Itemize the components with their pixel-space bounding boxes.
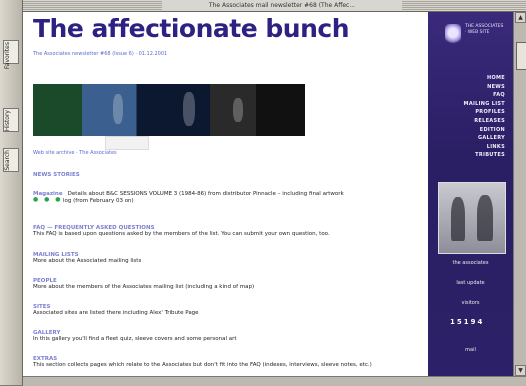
banner-image — [33, 84, 305, 136]
mail-link[interactable]: mail — [428, 347, 513, 353]
scroll-thumb[interactable] — [516, 42, 526, 70]
section-text: This FAQ is based upon questions asked b… — [33, 231, 330, 237]
site-logo[interactable]: THE ASSOCIATES · WEB SITE — [443, 20, 503, 58]
site-title: The affectionate bunch — [33, 14, 350, 43]
photo-figure — [477, 195, 493, 241]
page-content: The affectionate bunch The Associates ne… — [23, 12, 428, 376]
section-news: NEWS STORIES — [33, 172, 423, 178]
nav-item-releases[interactable]: RELEASES — [464, 117, 505, 126]
scroll-down-icon[interactable]: ▼ — [515, 365, 526, 376]
section-text: This section collects pages which relate… — [33, 362, 372, 368]
nav-item-home[interactable]: HOME — [464, 74, 505, 83]
nav-item-mailing-list[interactable]: MAILING LIST — [464, 100, 505, 109]
visitor-counter: 15194 — [450, 318, 485, 326]
section-heading[interactable]: NEWS STORIES — [33, 172, 423, 178]
nav-item-edition[interactable]: EDITION — [464, 126, 505, 135]
banner-figure — [233, 98, 243, 122]
site-subtitle[interactable]: The Associates newsletter #68 (Issue 6) … — [33, 51, 167, 57]
browser-sidebar: Favorites History Search — [0, 0, 23, 385]
nav-item-news[interactable]: NEWS — [464, 83, 505, 92]
band-photo — [438, 182, 506, 254]
counter-label: visitors — [461, 300, 480, 306]
section-gallery: GALLERY In this gallery you'll find a fl… — [33, 330, 423, 342]
section-text: In this gallery you'll find a fleet quiz… — [33, 336, 237, 342]
photo-figure — [451, 197, 465, 241]
window-title: The Associates mail newsletter #68 (The … — [162, 0, 402, 11]
title-bar[interactable]: The Associates mail newsletter #68 (The … — [22, 0, 526, 12]
archive-link[interactable]: Web site archive · The Associates — [33, 150, 423, 156]
section-extras: EXTRAS This section collects pages which… — [33, 356, 423, 368]
last-update-label: last update — [456, 280, 485, 286]
nav-item-tributes[interactable]: TRIBUTES — [464, 151, 505, 160]
sidebar-label-favorites[interactable]: Favorites — [4, 42, 16, 69]
section-mailing-lists: MAILING LISTS More about the Associated … — [33, 252, 423, 264]
banner-figure — [113, 94, 123, 124]
photo-caption: the associates — [452, 260, 489, 266]
nav-menu: HOME NEWS FAQ MAILING LIST PROFILES RELE… — [464, 74, 505, 160]
banner-figure — [183, 92, 195, 126]
section-text: More about the members of the Associates… — [33, 284, 255, 290]
nav-item-links[interactable]: LINKS — [464, 143, 505, 152]
green-dots: ● ● ● — [33, 196, 63, 203]
logo-mark-icon — [445, 24, 461, 46]
section-sites: SITES Associated sites are listed there … — [33, 304, 423, 316]
nav-item-gallery[interactable]: GALLERY — [464, 134, 505, 143]
site-navigation-panel: THE ASSOCIATES · WEB SITE HOME NEWS FAQ … — [428, 12, 513, 376]
nav-item-profiles[interactable]: PROFILES — [464, 108, 505, 117]
nav-item-faq[interactable]: FAQ — [464, 91, 505, 100]
scroll-up-icon[interactable]: ▲ — [515, 12, 526, 23]
sidebar-label-history[interactable]: History — [4, 110, 16, 131]
section-text: More about the Associated mailing lists — [33, 258, 142, 264]
section-faq: FAQ — FREQUENTLY ASKED QUESTIONS This FA… — [33, 225, 423, 237]
banner-strip — [105, 136, 149, 150]
section-people: PEOPLE More about the members of the Ass… — [33, 278, 423, 290]
section-text: Associated sites are listed there includ… — [33, 310, 199, 316]
sidebar-label-search[interactable]: Search — [4, 150, 16, 171]
logo-text: THE ASSOCIATES · WEB SITE — [465, 24, 504, 35]
vertical-scrollbar[interactable]: ▲ ▼ — [513, 12, 526, 376]
browser-window: The Associates mail newsletter #68 (The … — [0, 0, 526, 386]
